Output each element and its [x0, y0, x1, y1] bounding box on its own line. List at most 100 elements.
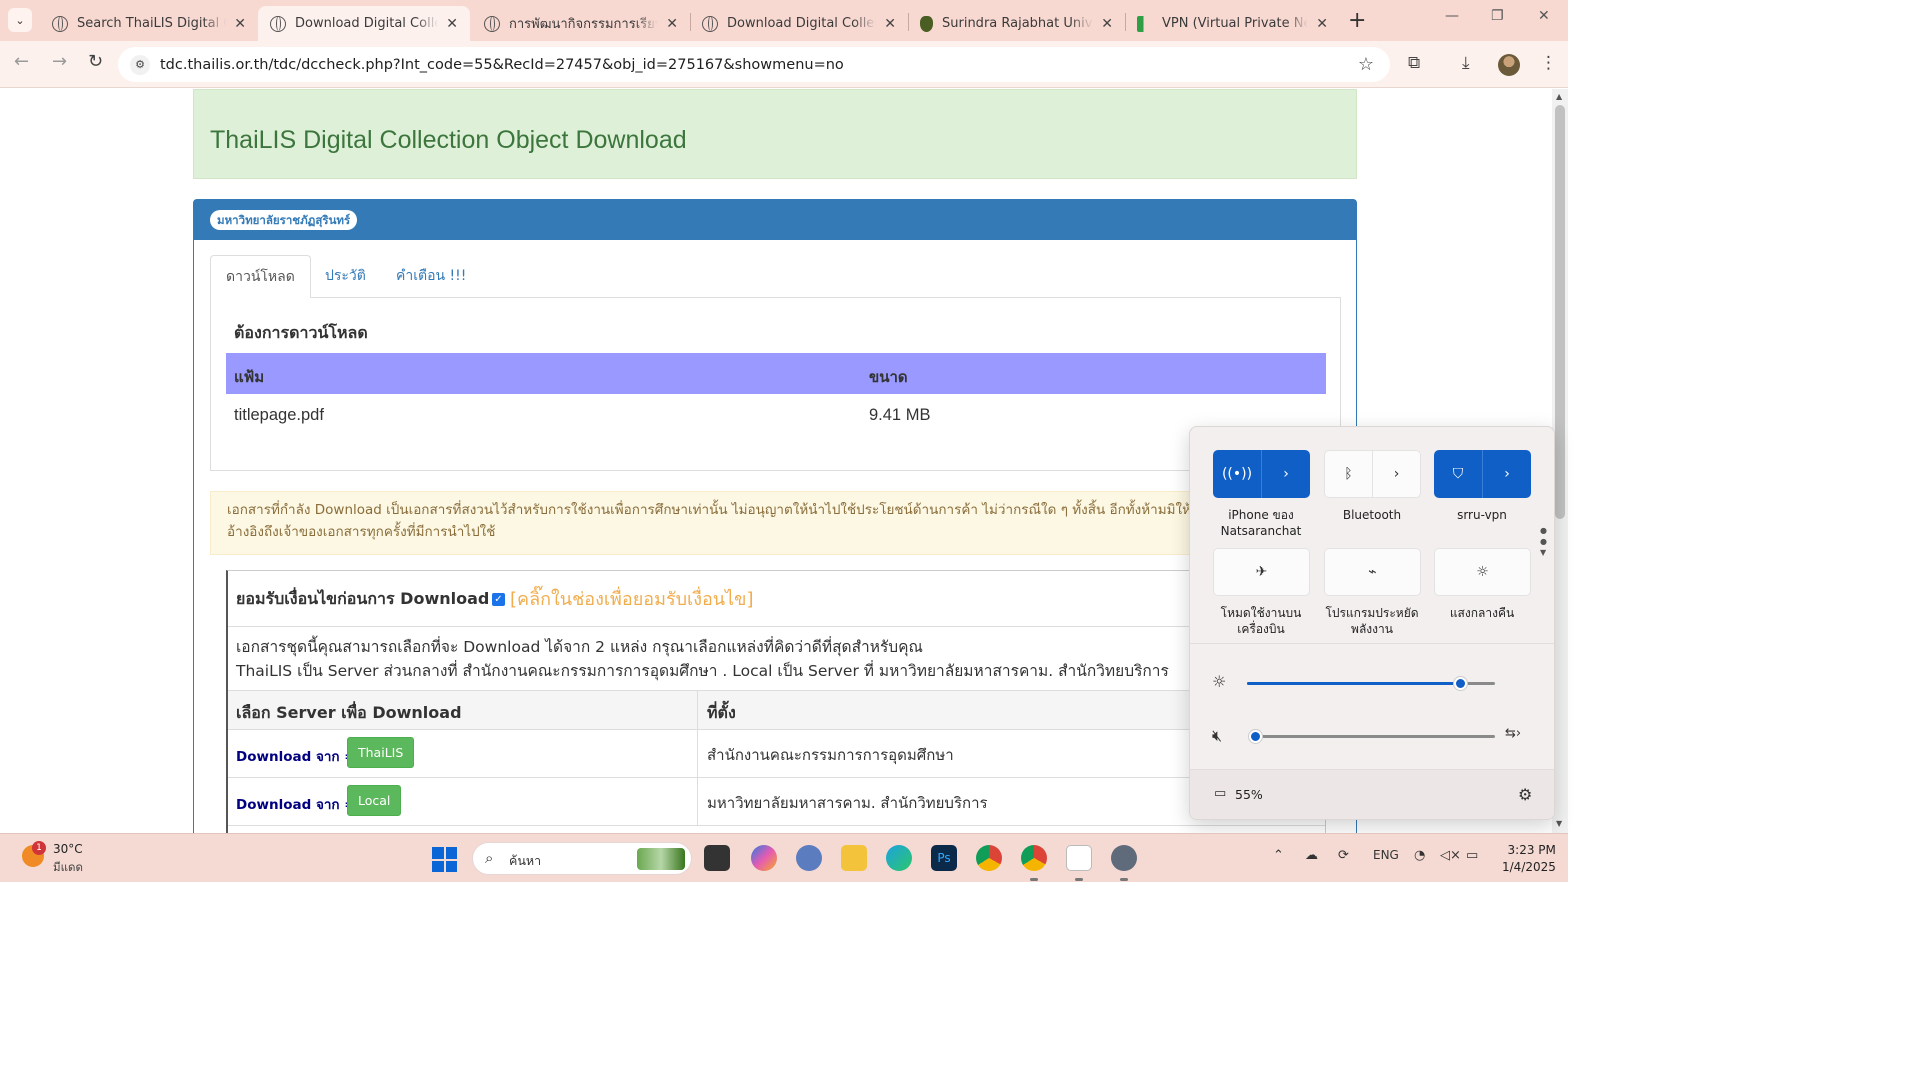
scroll-up-arrow-icon[interactable]: ▲ [1556, 92, 1562, 101]
bookmark-star-icon[interactable]: ☆ [1358, 54, 1374, 75]
server-table-header: เลือก Server เพื่อ Download ที่ตั้ง [228, 690, 1325, 730]
browser-tab[interactable]: Search ThaiLIS Digital Colle ✕ [40, 6, 258, 41]
volume-knob[interactable] [1249, 730, 1262, 743]
window-close-button[interactable]: ✕ [1538, 8, 1550, 24]
clock-date: 1/4/2025 [1502, 860, 1556, 874]
night-light-icon[interactable]: ☼ [1435, 549, 1530, 595]
airplane-mode-tile[interactable]: ✈ [1213, 548, 1310, 596]
chevron-up-icon[interactable]: ⌃ [1273, 848, 1284, 863]
thailis-download-button[interactable]: ThaiLIS [347, 737, 415, 768]
start-button[interactable] [432, 847, 457, 872]
menu-kebab-icon[interactable]: ⋮ [1540, 53, 1557, 73]
site-info-icon[interactable]: ⚙ [130, 54, 150, 75]
battery-percent[interactable]: 55% [1235, 787, 1263, 802]
file-explorer-icon[interactable] [841, 845, 867, 871]
wifi-icon[interactable]: ((•)) [1213, 450, 1261, 498]
local-download-button[interactable]: Local [347, 785, 402, 816]
back-button[interactable]: ← [14, 51, 29, 72]
conditions-table: ยอมรับเงื่อนไขก่อนการ Download ✓ [คลิ๊กใ… [226, 570, 1326, 833]
page-dots-icon[interactable]: ● ● ▼ [1540, 525, 1547, 558]
chrome-icon[interactable] [976, 845, 1002, 871]
brightness-knob[interactable] [1454, 677, 1467, 690]
close-icon[interactable]: ✕ [234, 16, 246, 32]
file-table: แฟ้ม ขนาด titlepage.pdf 9.41 MB [226, 353, 1326, 436]
chevron-right-icon[interactable]: › [1261, 450, 1310, 498]
volume-slider[interactable] [1249, 730, 1495, 743]
url-text[interactable]: tdc.thailis.or.th/tdc/dccheck.php?Int_co… [160, 57, 844, 73]
tab-history[interactable]: ประวัติ [310, 255, 381, 298]
close-icon[interactable]: ✕ [666, 16, 678, 32]
bluetooth-icon[interactable]: ᛒ [1325, 451, 1372, 497]
battery-saver-icon[interactable]: ⌁ [1325, 549, 1420, 595]
notepad-icon[interactable] [1066, 845, 1092, 871]
python-app-icon[interactable] [796, 845, 822, 871]
wifi-tile[interactable]: ((•)) › [1213, 450, 1310, 498]
task-view-icon[interactable] [704, 845, 730, 871]
close-icon[interactable]: ✕ [884, 16, 896, 32]
brightness-slider[interactable] [1247, 677, 1495, 690]
battery-tray-icon[interactable]: ▭ [1466, 848, 1478, 863]
night-light-tile[interactable]: ☼ [1434, 548, 1531, 596]
tab-strip: ⌄ Search ThaiLIS Digital Colle ✕ Downloa… [0, 0, 1568, 41]
browser-tab[interactable]: การพัฒนากิจกรรมการเรียนรู้ตา ✕ [472, 6, 690, 41]
table-row: titlepage.pdf 9.41 MB [226, 394, 1326, 436]
tab-warning[interactable]: คำเตือน !!! [381, 255, 481, 298]
close-icon[interactable]: ✕ [1316, 16, 1328, 32]
chevron-right-icon[interactable]: › [1482, 450, 1531, 498]
divider [1190, 643, 1554, 644]
minimize-button[interactable]: — [1445, 8, 1459, 24]
browser-tab[interactable]: Surindra Rajabhat Universi ✕ [908, 6, 1125, 41]
taskbar-search[interactable]: ⌕ ค้นหา [472, 842, 692, 875]
table-row: Download จาก => ThaiLIS สำนักงานคณะกรรมก… [228, 730, 1325, 778]
forward-button[interactable]: → [52, 51, 67, 72]
running-indicator [1075, 878, 1083, 881]
extensions-icon[interactable]: ⧉ [1408, 53, 1420, 73]
chevron-right-icon[interactable]: › [1372, 451, 1420, 497]
chrome-profile-icon[interactable] [1021, 845, 1047, 871]
bluetooth-tile[interactable]: ᛒ › [1324, 450, 1421, 498]
copilot-icon[interactable] [751, 845, 777, 871]
settings-gear-icon[interactable]: ⚙ [1518, 785, 1532, 804]
scroll-down-arrow-icon[interactable]: ▼ [1556, 819, 1562, 828]
browser-tab[interactable]: VPN (Virtual Private Netwo ✕ [1125, 6, 1340, 41]
browser-tab[interactable]: Download Digital Collectio ✕ [690, 6, 908, 41]
search-icon: ⌕ [485, 849, 494, 867]
download-heading: ต้องการดาวน์โหลด [234, 323, 368, 342]
vpn-tile[interactable]: ⛉ › [1434, 450, 1531, 498]
server-location: มหาวิทยาลัยมหาสารคาม. สำนักวิทยบริการ [707, 794, 988, 812]
photoshop-icon[interactable]: Ps [931, 845, 957, 871]
weather-temperature[interactable]: 30°C [53, 842, 83, 856]
address-bar[interactable]: ⚙ tdc.thailis.or.th/tdc/dccheck.php?Int_… [118, 47, 1390, 82]
audio-output-icon[interactable]: ⇆› [1505, 726, 1521, 741]
vpn-site-icon [1137, 15, 1153, 32]
file-size: 9.41 MB [869, 406, 931, 424]
volume-muted-icon[interactable]: 🔇︎ [1212, 726, 1222, 746]
volume-muted-tray-icon[interactable]: ◁× [1440, 848, 1461, 863]
accept-checkbox[interactable]: ✓ [492, 593, 505, 606]
scrollbar-thumb[interactable] [1555, 105, 1565, 519]
edge-icon[interactable] [886, 845, 912, 871]
battery-saver-tile[interactable]: ⌁ [1324, 548, 1421, 596]
language-indicator[interactable]: ENG [1373, 848, 1399, 862]
new-tab-button[interactable]: + [1348, 8, 1366, 33]
reload-button[interactable]: ↻ [88, 51, 103, 72]
content-tabs: ดาวน์โหลด ประวัติ คำเตือน !!! [210, 255, 1341, 298]
vpn-shield-icon[interactable]: ⛉ [1434, 450, 1482, 498]
close-icon[interactable]: ✕ [446, 16, 458, 32]
tab-title: Surindra Rajabhat Universi [942, 16, 1093, 31]
airplane-icon[interactable]: ✈ [1214, 549, 1309, 595]
sync-icon[interactable]: ⟳ [1338, 848, 1349, 863]
onedrive-icon[interactable]: ☁ [1305, 848, 1318, 863]
close-icon[interactable]: ✕ [1101, 16, 1113, 32]
weather-description[interactable]: มีแดด [53, 859, 83, 877]
download-icon[interactable]: ⤓ [1462, 53, 1470, 73]
tile-label: โปรแกรมประหยัดพลังงาน [1325, 606, 1419, 636]
profile-avatar[interactable] [1498, 54, 1520, 76]
maximize-button[interactable]: ❐ [1491, 8, 1504, 24]
tab-search-button[interactable]: ⌄ [8, 8, 32, 32]
network-icon[interactable]: ◔ [1414, 848, 1425, 863]
browser-tab-active[interactable]: Download Digital Collectio ✕ [258, 6, 470, 41]
tab-download[interactable]: ดาวน์โหลด [210, 255, 311, 298]
settings-app-icon[interactable] [1111, 845, 1137, 871]
clock[interactable]: 3:23 PM 1/4/2025 [1502, 842, 1556, 876]
